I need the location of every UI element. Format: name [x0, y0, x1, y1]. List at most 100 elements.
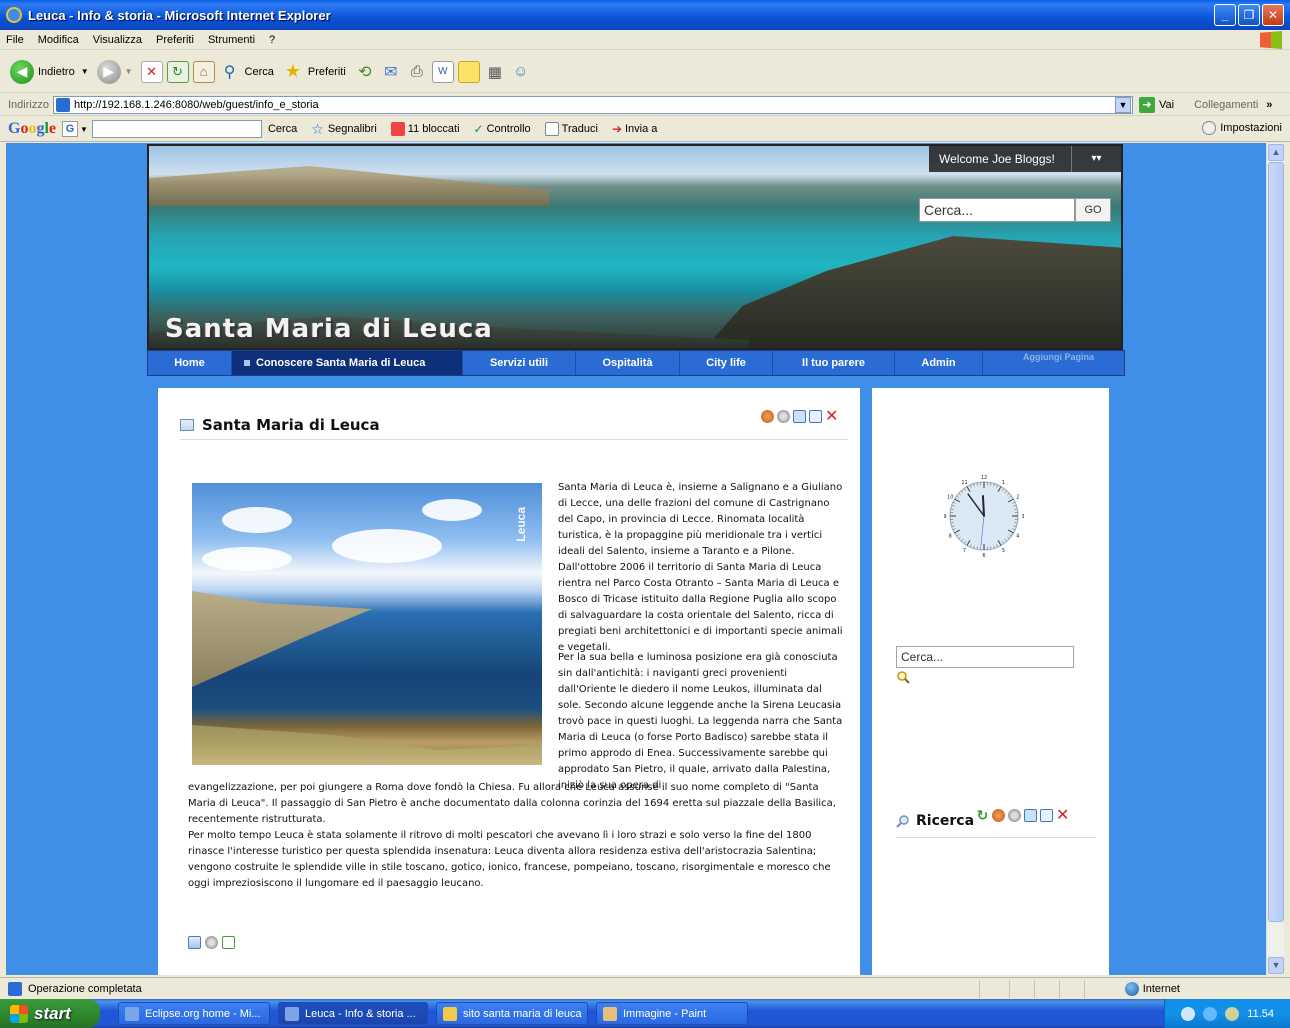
chevron-down-icon[interactable]: ▼	[81, 67, 89, 76]
nav-servizi[interactable]: Servizi utili	[463, 351, 576, 375]
search-icon: ⚲	[223, 63, 236, 81]
nav-home[interactable]: Home	[148, 351, 232, 375]
spellcheck-button[interactable]: ✓ Controllo	[474, 122, 531, 136]
home-icon[interactable]: ⌂	[192, 60, 215, 83]
refresh-icon[interactable]: ↻	[976, 808, 989, 822]
links-label[interactable]: Collegamenti	[1194, 99, 1258, 111]
note-icon[interactable]	[457, 60, 480, 83]
settings-button[interactable]: Impostazioni	[1202, 121, 1282, 135]
close-icon[interactable]: ✕	[825, 409, 838, 425]
welcome-menu[interactable]: Welcome Joe Bloggs! ▾▾	[929, 146, 1121, 172]
bookmarks-button[interactable]: ☆ Segnalibri	[311, 121, 376, 138]
photo-cloud	[422, 499, 482, 521]
messenger-icon[interactable]: ☺	[510, 61, 532, 83]
translate-icon	[544, 122, 559, 136]
sidebar-search-input[interactable]: Cerca...	[896, 646, 1074, 668]
address-input[interactable]: http://192.168.1.246:8080/web/guest/info…	[52, 95, 1133, 114]
portlet-header: Santa Maria di Leuca ✕	[180, 409, 848, 440]
search-icon[interactable]	[896, 670, 910, 684]
send-to-button[interactable]: ➔ Invia a	[612, 122, 657, 136]
nav-conoscere-label: Conoscere Santa Maria di Leuca	[256, 357, 426, 369]
chevron-down-icon[interactable]: ▾▾	[1071, 146, 1121, 172]
stop-icon[interactable]: ✕	[140, 60, 163, 83]
nav-admin[interactable]: Admin	[895, 351, 983, 375]
back-button[interactable]: ◀ Indietro ▼	[10, 59, 89, 84]
edit-icon[interactable]	[188, 936, 201, 949]
translate-button[interactable]: Traduci	[544, 122, 598, 136]
volume-icon[interactable]	[1225, 1006, 1240, 1021]
minimize-icon[interactable]	[793, 410, 806, 423]
minimize-icon[interactable]	[1024, 809, 1038, 822]
gear-icon[interactable]	[1008, 809, 1022, 822]
task-eclipse[interactable]: Eclipse.org home - Mi...	[118, 1002, 270, 1025]
ie-icon	[6, 7, 22, 23]
clock-number: 10	[947, 495, 953, 501]
sidebar-portlet: 12 1 2 3 4 5 6 7 8 9 10 11 Cerca... Ricerca ↻ ✕	[872, 388, 1109, 975]
maximize-icon[interactable]	[1040, 809, 1054, 822]
chevron-down-icon[interactable]: ▼	[125, 67, 133, 76]
google-g-icon[interactable]: G	[62, 121, 79, 137]
nav-conoscere[interactable]: Conoscere Santa Maria di Leuca	[232, 351, 463, 375]
restore-button[interactable]: ❐	[1238, 4, 1260, 26]
edit-word-icon[interactable]: W	[431, 60, 454, 83]
gear-icon[interactable]	[205, 936, 218, 949]
favorites-button[interactable]: ★ Preferiti	[282, 61, 346, 83]
palette-icon[interactable]	[992, 809, 1006, 822]
gear-icon[interactable]	[777, 410, 790, 423]
article-paragraph-2: Per la sua bella e luminosa posizione er…	[558, 652, 843, 791]
nav-city-life[interactable]: City life	[680, 351, 773, 375]
google-search-button[interactable]: Cerca	[268, 123, 297, 135]
scroll-up-icon[interactable]: ▲	[1268, 144, 1284, 161]
minimize-button[interactable]: _	[1214, 4, 1236, 26]
task-leuca[interactable]: Leuca - Info & storia ...	[278, 1002, 428, 1025]
task-folder[interactable]: sito santa maria di leuca	[436, 1002, 588, 1025]
forward-button[interactable]: ▶ ▼	[96, 59, 133, 84]
back-label: Indietro	[38, 65, 75, 78]
menu-visualizza[interactable]: Visualizza	[93, 34, 142, 46]
tray-expand-icon[interactable]	[1181, 1006, 1196, 1021]
task-paint[interactable]: Immagine - Paint	[596, 1002, 748, 1025]
close-button[interactable]: ✕	[1262, 4, 1284, 26]
scroll-thumb[interactable]	[1268, 162, 1284, 922]
photo-coast	[192, 591, 372, 687]
page-scrollbar[interactable]: ▲ ▼	[1266, 143, 1284, 975]
google-search-input[interactable]	[91, 120, 262, 138]
network-icon[interactable]	[1203, 1006, 1218, 1021]
start-button[interactable]: start	[0, 999, 100, 1028]
globe-icon	[1124, 981, 1139, 996]
popup-blocker-button[interactable]: 11 bloccati	[390, 122, 460, 136]
menu-preferiti[interactable]: Preferiti	[156, 34, 194, 46]
history-icon[interactable]: ⟲	[354, 61, 376, 83]
nav-ospitalita[interactable]: Ospitalità	[576, 351, 680, 375]
search-button[interactable]: ⚲ Cerca	[219, 61, 274, 83]
window-title-bar[interactable]: Leuca - Info & storia - Microsoft Intern…	[0, 0, 1290, 30]
refresh-icon[interactable]: ↻	[166, 60, 189, 83]
site-title: Santa Maria di Leuca	[165, 314, 493, 344]
menu-strumenti[interactable]: Strumenti	[208, 34, 255, 46]
close-icon[interactable]: ✕	[1056, 808, 1069, 824]
banner-search-input[interactable]: Cerca...	[919, 198, 1075, 222]
status-divider	[1009, 980, 1010, 998]
maximize-icon[interactable]	[809, 410, 822, 423]
add-article-icon[interactable]	[222, 936, 235, 949]
add-page-link[interactable]: Aggiungi Pagina	[983, 339, 1094, 375]
research-icon[interactable]: ▦	[484, 61, 506, 83]
menu-modifica[interactable]: Modifica	[38, 34, 79, 46]
nav-city-life-label: City life	[706, 357, 746, 369]
chevron-down-icon[interactable]: ▼	[1114, 96, 1131, 113]
palette-icon[interactable]	[761, 410, 774, 423]
menu-help[interactable]: ?	[269, 34, 275, 46]
go-button[interactable]: ➜ Vai	[1138, 96, 1174, 113]
clock-number: 3	[1021, 514, 1024, 520]
chevron-down-icon[interactable]: ▼	[80, 125, 88, 134]
scroll-down-icon[interactable]: ▼	[1268, 957, 1284, 974]
clock-number: 7	[963, 548, 966, 554]
chevron-right-icon[interactable]: »	[1266, 99, 1272, 111]
menu-file[interactable]: File	[6, 34, 24, 46]
nav-il-tuo-parere[interactable]: Il tuo parere	[773, 351, 895, 375]
address-label: Indirizzo	[8, 98, 49, 111]
banner-go-button[interactable]: GO	[1075, 198, 1111, 222]
article-portlet: Santa Maria di Leuca ✕ Leuca Santa Maria…	[158, 388, 860, 975]
mail-icon[interactable]: ✉	[380, 61, 402, 83]
print-icon[interactable]: ⎙	[406, 61, 428, 83]
